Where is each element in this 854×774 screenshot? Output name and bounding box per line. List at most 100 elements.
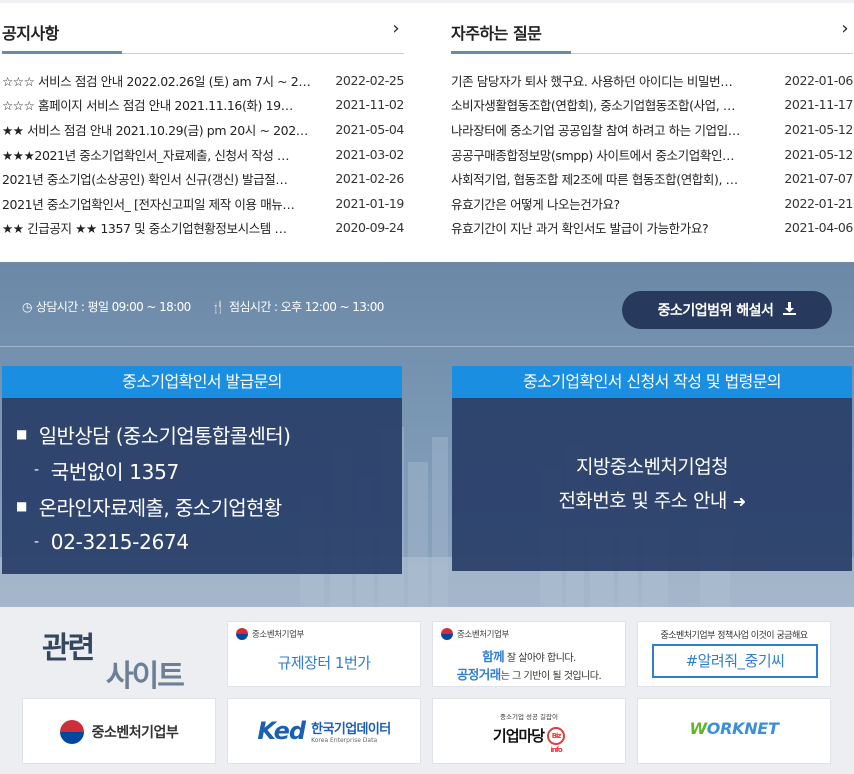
fair-trade-line2: 공정거래는 그 기반이 될 것입니다. [456,667,602,682]
faq-row[interactable]: 공공구매종합정보망(smpp) 사이트에서 중소기업확인… 2021-05-12 [451,142,853,167]
notice-row-date: 2022-02-25 [335,72,404,88]
cutlery-icon: 🍴 [210,299,226,314]
band-divider [0,346,854,347]
tell-me-jungkisi-link[interactable]: 중소벤처기업부 정책사업 이것이 궁금해요 #알려줘_중기씨 [637,621,831,687]
ked-logo: Ked 한국기업데이터 Korea Enterprise Data [257,717,391,745]
faq-row[interactable]: 소비자생활협동조합(연합회), 중소기업협동조합(사업, … 2021-11-17 [451,93,853,118]
general-consult-phone: 국번없이 1357 [50,459,179,484]
regional-office-line2-wrap: 전화번호 및 주소 안내 ➜ [558,484,746,519]
regional-office-line2: 전화번호 및 주소 안내 [558,490,727,512]
bizinfo-logo: 중소기업 성공 길잡이 기업마당 Biz info [433,711,625,754]
notice-row-title: 2021년 중소기업확인서_ [전자신고피일 제작 이용 매뉴… [2,196,295,212]
worknet-link[interactable]: WORKNET [637,698,831,764]
faq-row-date: 2021-04-06 [784,220,853,236]
faq-row-title: 유효기간은 어떻게 나오는건가요? [451,196,620,212]
general-consult-phone-line: - 국번없이 1357 [16,452,402,488]
related-sites-title-a: 관련 [42,631,95,666]
application-law-inquiry-panel: 중소기업확인서 신청서 작성 및 법령문의 지방중소벤처기업청 전화번호 및 주… [452,366,852,571]
issuance-inquiry-title: 중소기업확인서 발급문의 [2,366,402,398]
notice-board: 공지사항 › ☆☆☆ 서비스 점검 안내 2022.02.26일 (토) am … [2,12,404,240]
related-sites-section: 관련 사이트 중소벤처기업부 규제장터 1번가 중소벤처기업부 함께 잘 살아야… [0,607,854,774]
mss-ministry-link[interactable]: 중소벤처기업부 [22,698,216,764]
clock-icon: ◷ [22,299,32,314]
faq-row-date: 2022-01-21 [784,195,853,211]
notice-row-date: 2021-03-02 [335,146,404,162]
faq-row[interactable]: 유효기간이 지난 과거 확인서도 발급이 가능한가요? 2021-04-06 [451,216,853,241]
notice-row-title: ★★★2021년 중소기업확인서_자료제출, 신청서 작성 … [2,147,290,163]
top-divider [0,0,854,3]
faq-row[interactable]: 나라장터에 중소기업 공공입찰 참여 하려고 하는 기업입… 2021-05-12 [451,117,853,142]
faq-row-title: 기존 담당자가 퇴사 했구요. 사용하던 아이디는 비밀번… [451,73,733,89]
faq-row[interactable]: 유효기간은 어떻게 나오는건가요? 2022-01-21 [451,191,853,216]
notice-row[interactable]: ☆☆☆ 홈페이지 서비스 점검 안내 2021.11.16(화) 19… 2021… [2,93,404,118]
regional-office-line1: 지방중소벤처기업청 [576,456,729,478]
faq-title: 자주하는 질문 [451,24,542,43]
mss-mini-logo: 중소벤처기업부 [236,628,304,640]
online-submit-line: ■ 온라인자료제출, 중소기업현황 [16,488,402,524]
notice-row[interactable]: 2021년 중소기업(소상공인) 확인서 신규(갱신) 발급절… 2021-02-… [2,166,404,191]
notice-row-date: 2021-05-04 [335,121,404,137]
faq-row[interactable]: 기존 담당자가 퇴사 했구요. 사용하던 아이디는 비밀번… 2022-01-06 [451,68,853,93]
consult-hours: ◷ 상담시간 : 평일 09:00 ~ 18:00 🍴 점심시간 : 오후 12… [22,298,384,315]
notice-row-title: ★★ 긴급공지 ★★ 1357 및 중소기업현황정보시스템 … [2,221,287,237]
notice-row[interactable]: ☆☆☆ 서비스 점검 안내 2022.02.26일 (토) am 7시 ~ 2…… [2,68,404,93]
faq-row-title: 유효기간이 지난 과거 확인서도 발급이 가능한가요? [451,221,709,237]
faq-row-date: 2021-11-17 [784,97,853,113]
faq-list: 기존 담당자가 퇴사 했구요. 사용하던 아이디는 비밀번… 2022-01-06… [451,68,853,240]
regulation-market-link[interactable]: 중소벤처기업부 규제장터 1번가 [227,621,421,687]
faq-row-title: 공공구매종합정보망(smpp) 사이트에서 중소기업확인… [451,147,735,163]
faq-more-chevron-right-icon[interactable]: › [837,18,853,39]
regional-office-link[interactable]: 지방중소벤처기업청 전화번호 및 주소 안내 ➜ [452,398,852,571]
faq-row-date: 2021-07-07 [784,171,853,187]
sme-range-guide-download-button[interactable]: 중소기업범위 해설서 [622,291,832,329]
bizinfo-badge: Biz info [547,726,566,754]
faq-row-title: 사회적기업, 협동조합 제2조에 따른 협동조합(연합회), … [451,172,738,188]
taeguk-emblem-icon [441,628,453,640]
notice-row-date: 2021-11-02 [335,97,404,113]
fair-trade-line1: 함께 잘 살아야 합니다. [482,649,576,664]
tell-me-caption: 중소벤처기업부 정책사업 이것이 궁금해요 [660,631,808,641]
tell-me-label: #알려줘_중기씨 [652,644,818,678]
faq-row-date: 2022-01-06 [784,72,853,88]
mss-logo: 중소벤처기업부 [23,720,215,744]
notice-more-chevron-right-icon[interactable]: › [388,18,404,39]
ked-link[interactable]: Ked 한국기업데이터 Korea Enterprise Data [227,698,421,764]
faq-row-title: 나라장터에 중소기업 공공입찰 참여 하려고 하는 기업입… [451,122,740,138]
notice-row-title: ☆☆☆ 홈페이지 서비스 점검 안내 2021.11.16(화) 19… [2,98,293,114]
faq-header: 자주하는 질문 › [451,12,853,54]
notice-row-date: 2021-02-26 [335,171,404,187]
fair-trade-link[interactable]: 중소벤처기업부 함께 잘 살아야 합니다. 공정거래는 그 기반이 될 것입니다… [432,621,626,687]
boards-section: 공지사항 › ☆☆☆ 서비스 점검 안내 2022.02.26일 (토) am … [0,0,854,262]
regulation-market-label: 규제장터 1번가 [277,654,371,672]
lunch-hours-text: 점심시간 : 오후 12:00 ~ 13:00 [229,300,384,314]
worknet-logo: WORKNET [689,719,779,738]
online-submit-phone-line: - 02-3215-2674 [34,530,189,554]
general-consult-text: 일반상담 (중소기업통합콜센터) [38,423,291,448]
notice-row[interactable]: 2021년 중소기업확인서_ [전자신고피일 제작 이용 매뉴… 2021-01-… [2,191,404,216]
faq-row[interactable]: 사회적기업, 협동조합 제2조에 따른 협동조합(연합회), … 2021-07-… [451,166,853,191]
notice-row-date: 2020-09-24 [335,220,404,236]
related-sites-title-b: 사이트 [106,659,185,694]
download-icon [783,301,797,319]
mss-mini-logo: 중소벤처기업부 [441,628,509,640]
online-submit-phone: 02-3215-2674 [50,530,189,554]
notice-row-title: ☆☆☆ 서비스 점검 안내 2022.02.26일 (토) am 7시 ~ 2… [2,73,311,89]
notice-row[interactable]: ★★★2021년 중소기업확인서_자료제출, 신청서 작성 … 2021-03-0… [2,142,404,167]
faq-row-date: 2021-05-12 [784,121,853,137]
notice-row-title: 2021년 중소기업(소상공인) 확인서 신규(갱신) 발급절… [2,172,288,188]
bizinfo-link[interactable]: 중소기업 성공 길잡이 기업마당 Biz info [432,698,626,764]
faq-row-date: 2021-05-12 [784,146,853,162]
faq-row-title: 소비자생활협동조합(연합회), 중소기업협동조합(사업, … [451,98,736,114]
consult-band: ◷ 상담시간 : 평일 09:00 ~ 18:00 🍴 점심시간 : 오후 12… [0,262,854,607]
taeguk-emblem-icon [59,720,84,744]
faq-title-accent [451,51,571,54]
application-law-inquiry-title: 중소기업확인서 신청서 작성 및 법령문의 [452,366,852,398]
notice-row[interactable]: ★★ 서비스 점검 안내 2021.10.29(금) pm 20시 ~ 202…… [2,117,404,142]
related-sites-title: 관련 사이트 [42,623,212,694]
notice-row-date: 2021-01-19 [335,195,404,211]
notice-row[interactable]: ★★ 긴급공지 ★★ 1357 및 중소기업현황정보시스템 … 2020-09-2… [2,216,404,241]
notice-header: 공지사항 › [2,12,404,54]
notice-row-title: ★★ 서비스 점검 안내 2021.10.29(금) pm 20시 ~ 202… [2,122,308,138]
issuance-inquiry-panel: 중소기업확인서 발급문의 ■ 일반상담 (중소기업통합콜센터) - 국번없이 1… [2,366,402,574]
sign-in-icon: ➜ [732,492,746,511]
